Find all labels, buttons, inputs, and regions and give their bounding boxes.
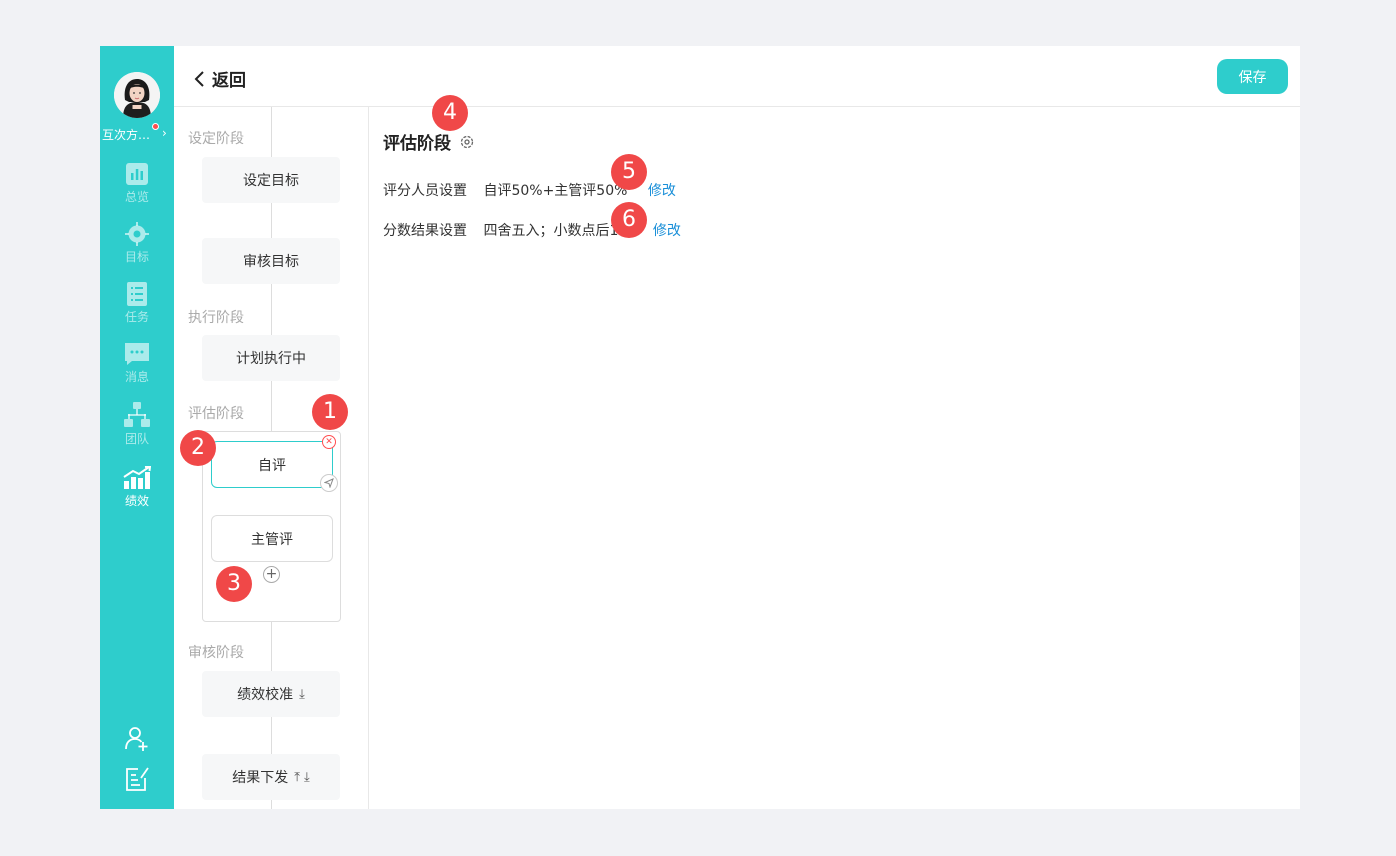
add-user-icon [125, 727, 148, 751]
annotation-badge-6: 6 [611, 202, 647, 238]
nav-messages[interactable]: 消息 [100, 342, 174, 392]
send-icon[interactable] [320, 474, 338, 492]
avatar[interactable] [114, 72, 160, 118]
nav-overview[interactable]: 总览 [100, 162, 174, 212]
sidebar: 互次方… › 总览 目标 任务 消息 团队 绩效 [100, 46, 174, 809]
move-down-icon[interactable]: ⤓ [304, 770, 310, 785]
node-calibration-label: 绩效校准 [237, 687, 294, 703]
task-list-icon [127, 282, 147, 306]
nav-tasks[interactable]: 任务 [100, 282, 174, 332]
back-button[interactable]: 返回 [194, 66, 246, 91]
score-result-setting-label: 分数结果设置 [383, 223, 467, 239]
score-result-setting-value: 四舍五入；小数点后1位 [483, 223, 633, 239]
phase-execution-label: 执行阶段 [188, 310, 244, 326]
scorer-setting-value: 自评50%+主管评50% [483, 183, 628, 199]
save-button[interactable]: 保存 [1217, 59, 1288, 94]
nav-team[interactable]: 团队 [100, 402, 174, 452]
app-frame: 互次方… › 总览 目标 任务 消息 团队 绩效 返回 保存 设定阶段 设定目标… [100, 46, 1300, 809]
stage-title-text: 评估阶段 [383, 134, 451, 154]
org-name: 互次方… [102, 128, 151, 142]
stage-title: 评估阶段 [383, 129, 475, 154]
gear-icon[interactable] [459, 134, 475, 150]
nav-messages-label: 消息 [124, 370, 149, 384]
edit-score-result-link[interactable]: 修改 [653, 223, 681, 239]
chart-icon [126, 163, 148, 185]
header: 返回 保存 [174, 46, 1300, 107]
annotation-badge-2: 2 [180, 430, 216, 466]
add-user-button[interactable] [100, 726, 174, 756]
annotation-badge-3: 3 [216, 566, 252, 602]
annotation-badge-1: 1 [312, 394, 348, 430]
nav-goals-label: 目标 [124, 250, 149, 264]
nav-performance[interactable]: 绩效 [100, 466, 174, 516]
edit-note-icon [126, 767, 149, 791]
performance-icon [123, 466, 151, 489]
nav-team-label: 团队 [124, 432, 149, 446]
nav-overview-label: 总览 [124, 190, 149, 204]
node-result-issue-label: 结果下发 [232, 770, 289, 786]
phase-setting-label: 设定阶段 [188, 131, 244, 147]
node-manager-eval-label: 主管评 [251, 531, 293, 548]
stage-detail: 评估阶段 评分人员设置 自评50%+主管评50% 修改 分数结果设置 四舍五入；… [370, 107, 1300, 809]
org-switcher[interactable]: 互次方… › [100, 123, 174, 143]
nav-tasks-label: 任务 [124, 310, 149, 324]
remove-node-icon[interactable]: ✕ [322, 435, 336, 449]
edit-scorer-link[interactable]: 修改 [648, 183, 676, 199]
node-set-goal[interactable]: 设定目标 [202, 157, 340, 203]
node-plan-exec[interactable]: 计划执行中 [202, 335, 340, 381]
node-calibration[interactable]: 绩效校准 ⤓ [202, 671, 340, 717]
add-node-icon[interactable]: + [263, 566, 280, 583]
move-down-icon[interactable]: ⤓ [299, 687, 305, 702]
node-self-eval[interactable]: 自评 [211, 441, 333, 488]
phase-evaluation-label: 评估阶段 [188, 406, 244, 422]
notification-dot [152, 123, 159, 130]
chevron-right-icon: › [162, 126, 167, 140]
target-icon [125, 222, 149, 246]
scorer-setting-label: 评分人员设置 [383, 183, 467, 199]
node-self-eval-label: 自评 [258, 457, 286, 474]
message-icon [125, 343, 149, 365]
phase-review-label: 审核阶段 [188, 645, 244, 661]
chevron-left-icon [194, 70, 204, 87]
move-up-icon[interactable]: ⤒ [294, 770, 300, 785]
node-review-goal[interactable]: 审核目标 [202, 238, 340, 284]
nav-goals[interactable]: 目标 [100, 222, 174, 272]
back-label: 返回 [212, 71, 246, 91]
node-result-issue[interactable]: 结果下发 ⤒ ⤓ [202, 754, 340, 800]
team-icon [124, 402, 150, 427]
nav-performance-label: 绩效 [124, 494, 149, 508]
annotation-badge-4: 4 [432, 95, 468, 131]
node-manager-eval[interactable]: 主管评 [211, 515, 333, 562]
edit-note-button[interactable] [100, 766, 174, 796]
annotation-badge-5: 5 [611, 154, 647, 190]
